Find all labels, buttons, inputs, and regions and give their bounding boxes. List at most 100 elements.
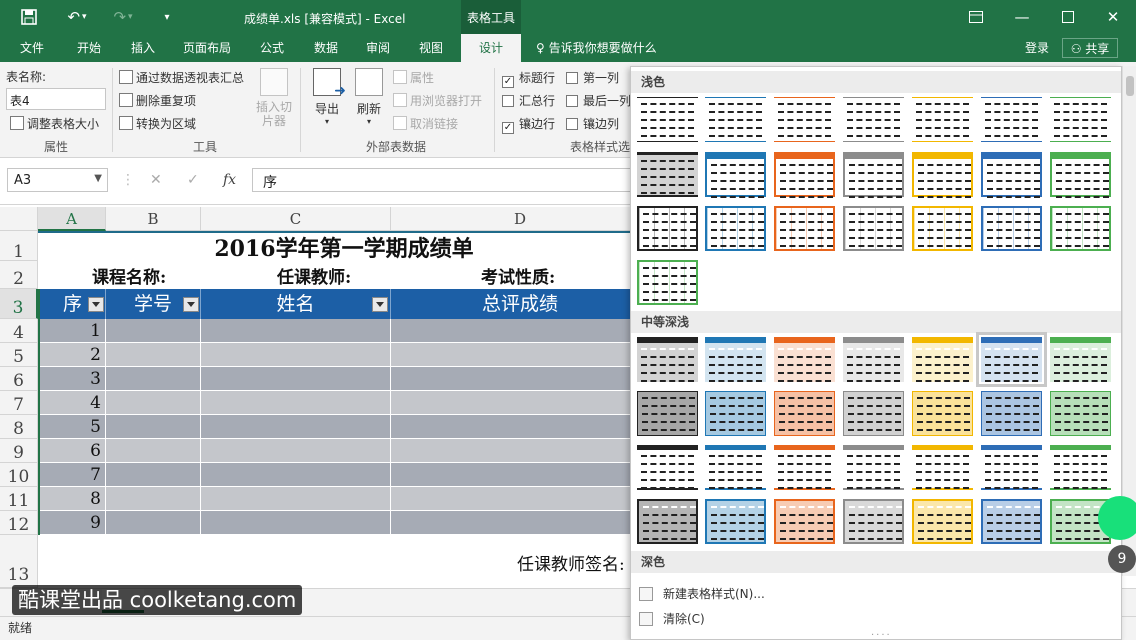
tab-review[interactable]: 审阅	[356, 34, 400, 62]
table-cell[interactable]	[391, 439, 650, 463]
table-cell[interactable]	[201, 391, 391, 415]
table-style-thumbnail[interactable]	[637, 499, 698, 544]
undo-icon[interactable]: ↶ ▾	[60, 0, 94, 34]
table-style-thumbnail[interactable]	[637, 337, 698, 382]
header-cell-total-score[interactable]: 总评成绩	[391, 289, 650, 319]
table-cell[interactable]	[106, 487, 201, 511]
table-cell[interactable]	[106, 415, 201, 439]
table-cell[interactable]	[391, 319, 650, 343]
select-all-corner[interactable]	[0, 207, 38, 231]
table-cell[interactable]	[106, 367, 201, 391]
share-button[interactable]: ⚇ 共享	[1062, 38, 1118, 58]
table-style-thumbnail[interactable]	[981, 206, 1042, 251]
table-cell[interactable]	[106, 511, 201, 535]
signature-label[interactable]: 任课教师签名:	[517, 550, 625, 575]
table-style-thumbnail[interactable]	[843, 152, 904, 198]
table-cell[interactable]	[106, 319, 201, 343]
convert-to-range-button[interactable]: 转换为区域	[119, 115, 196, 132]
cancel-entry-icon[interactable]: ✕	[150, 172, 162, 188]
serial-cell[interactable]: 3	[38, 367, 106, 391]
teacher-label[interactable]: 任课教师:	[277, 263, 351, 288]
table-style-thumbnail[interactable]	[912, 499, 973, 544]
row-header-3[interactable]: 3	[0, 289, 38, 319]
row-header-13[interactable]: 13	[0, 535, 38, 588]
table-style-thumbnail[interactable]	[981, 152, 1042, 198]
table-cell[interactable]	[391, 415, 650, 439]
table-style-thumbnail[interactable]	[637, 206, 698, 251]
row-header-1[interactable]: 1	[0, 231, 38, 262]
open-in-browser-button[interactable]: 用浏览器打开	[393, 92, 482, 109]
insert-function-icon[interactable]: fx	[223, 172, 236, 188]
table-style-thumbnail[interactable]	[637, 391, 698, 436]
serial-cell[interactable]: 7	[38, 463, 106, 487]
table-style-thumbnail[interactable]	[705, 152, 766, 198]
first-column-checkbox[interactable]: 第一列	[566, 69, 619, 86]
table-style-thumbnail[interactable]	[637, 152, 698, 197]
unlink-button[interactable]: 取消链接	[393, 115, 458, 132]
table-cell[interactable]	[106, 463, 201, 487]
table-style-thumbnail[interactable]	[843, 337, 904, 382]
table-style-thumbnail[interactable]	[843, 391, 904, 436]
table-style-thumbnail[interactable]	[912, 337, 973, 382]
row-header-9[interactable]: 9	[0, 439, 38, 463]
table-style-thumbnail[interactable]	[912, 152, 973, 198]
table-style-thumbnail[interactable]	[912, 445, 973, 490]
serial-cell[interactable]: 2	[38, 343, 106, 367]
tab-insert[interactable]: 插入	[120, 34, 166, 62]
table-style-thumbnail[interactable]	[774, 391, 835, 436]
table-style-thumbnail[interactable]	[774, 445, 835, 490]
row-header-11[interactable]: 11	[0, 487, 38, 511]
row-header-4[interactable]: 4	[0, 319, 38, 343]
table-cell[interactable]	[391, 391, 650, 415]
table-style-thumbnail[interactable]	[1050, 337, 1111, 382]
close-icon[interactable]: ✕	[1090, 0, 1136, 34]
tab-data[interactable]: 数据	[304, 34, 348, 62]
clear-style-item[interactable]: 清除(C)	[639, 610, 705, 627]
table-style-thumbnail[interactable]	[774, 152, 835, 198]
table-style-thumbnail[interactable]	[1050, 445, 1111, 490]
table-style-thumbnail[interactable]	[981, 499, 1042, 544]
row-header-5[interactable]: 5	[0, 343, 38, 367]
total-row-checkbox[interactable]: 汇总行	[502, 92, 555, 109]
table-name-input[interactable]: 表4	[6, 88, 106, 110]
resize-grip[interactable]: ....	[871, 627, 892, 638]
save-icon[interactable]	[14, 0, 44, 34]
table-style-thumbnail[interactable]	[981, 445, 1042, 490]
name-box[interactable]: A3 ▼	[7, 168, 108, 192]
table-style-thumbnail[interactable]	[843, 445, 904, 490]
tab-view[interactable]: 视图	[409, 34, 453, 62]
row-header-12[interactable]: 12	[0, 511, 38, 535]
redo-icon[interactable]: ↷ ▾	[106, 0, 140, 34]
table-cell[interactable]	[201, 511, 391, 535]
exam-type-label[interactable]: 考试性质:	[481, 263, 555, 288]
table-style-thumbnail[interactable]	[774, 206, 835, 251]
table-style-thumbnail[interactable]	[843, 499, 904, 544]
formula-input[interactable]: 序	[252, 168, 652, 192]
table-cell[interactable]	[201, 463, 391, 487]
tab-page-layout[interactable]: 页面布局	[176, 34, 238, 62]
filter-dropdown-icon[interactable]	[372, 297, 388, 312]
serial-cell[interactable]: 5	[38, 415, 106, 439]
serial-cell[interactable]: 1	[38, 319, 106, 343]
pivot-summary-button[interactable]: 通过数据透视表汇总	[119, 69, 244, 86]
table-style-thumbnail[interactable]	[1050, 391, 1111, 436]
table-cell[interactable]	[106, 439, 201, 463]
filter-dropdown-icon[interactable]	[88, 297, 104, 312]
table-style-thumbnail[interactable]	[705, 337, 766, 382]
column-header-c[interactable]: C	[201, 207, 391, 231]
table-cell[interactable]	[391, 463, 650, 487]
properties-button[interactable]: 属性	[393, 69, 434, 86]
banded-columns-checkbox[interactable]: 镶边列	[566, 115, 619, 132]
filter-dropdown-icon[interactable]	[183, 297, 199, 312]
table-cell[interactable]	[201, 319, 391, 343]
scrollbar-thumb[interactable]	[1126, 76, 1134, 96]
column-header-b[interactable]: B	[106, 207, 201, 231]
maximize-icon[interactable]	[1045, 0, 1091, 34]
table-style-thumbnail[interactable]	[637, 260, 698, 305]
table-style-thumbnail[interactable]	[774, 337, 835, 382]
minimize-icon[interactable]: —	[999, 0, 1045, 34]
table-cell[interactable]	[106, 391, 201, 415]
table-cell[interactable]	[201, 415, 391, 439]
tab-home[interactable]: 开始	[66, 34, 112, 62]
row-header-7[interactable]: 7	[0, 391, 38, 415]
